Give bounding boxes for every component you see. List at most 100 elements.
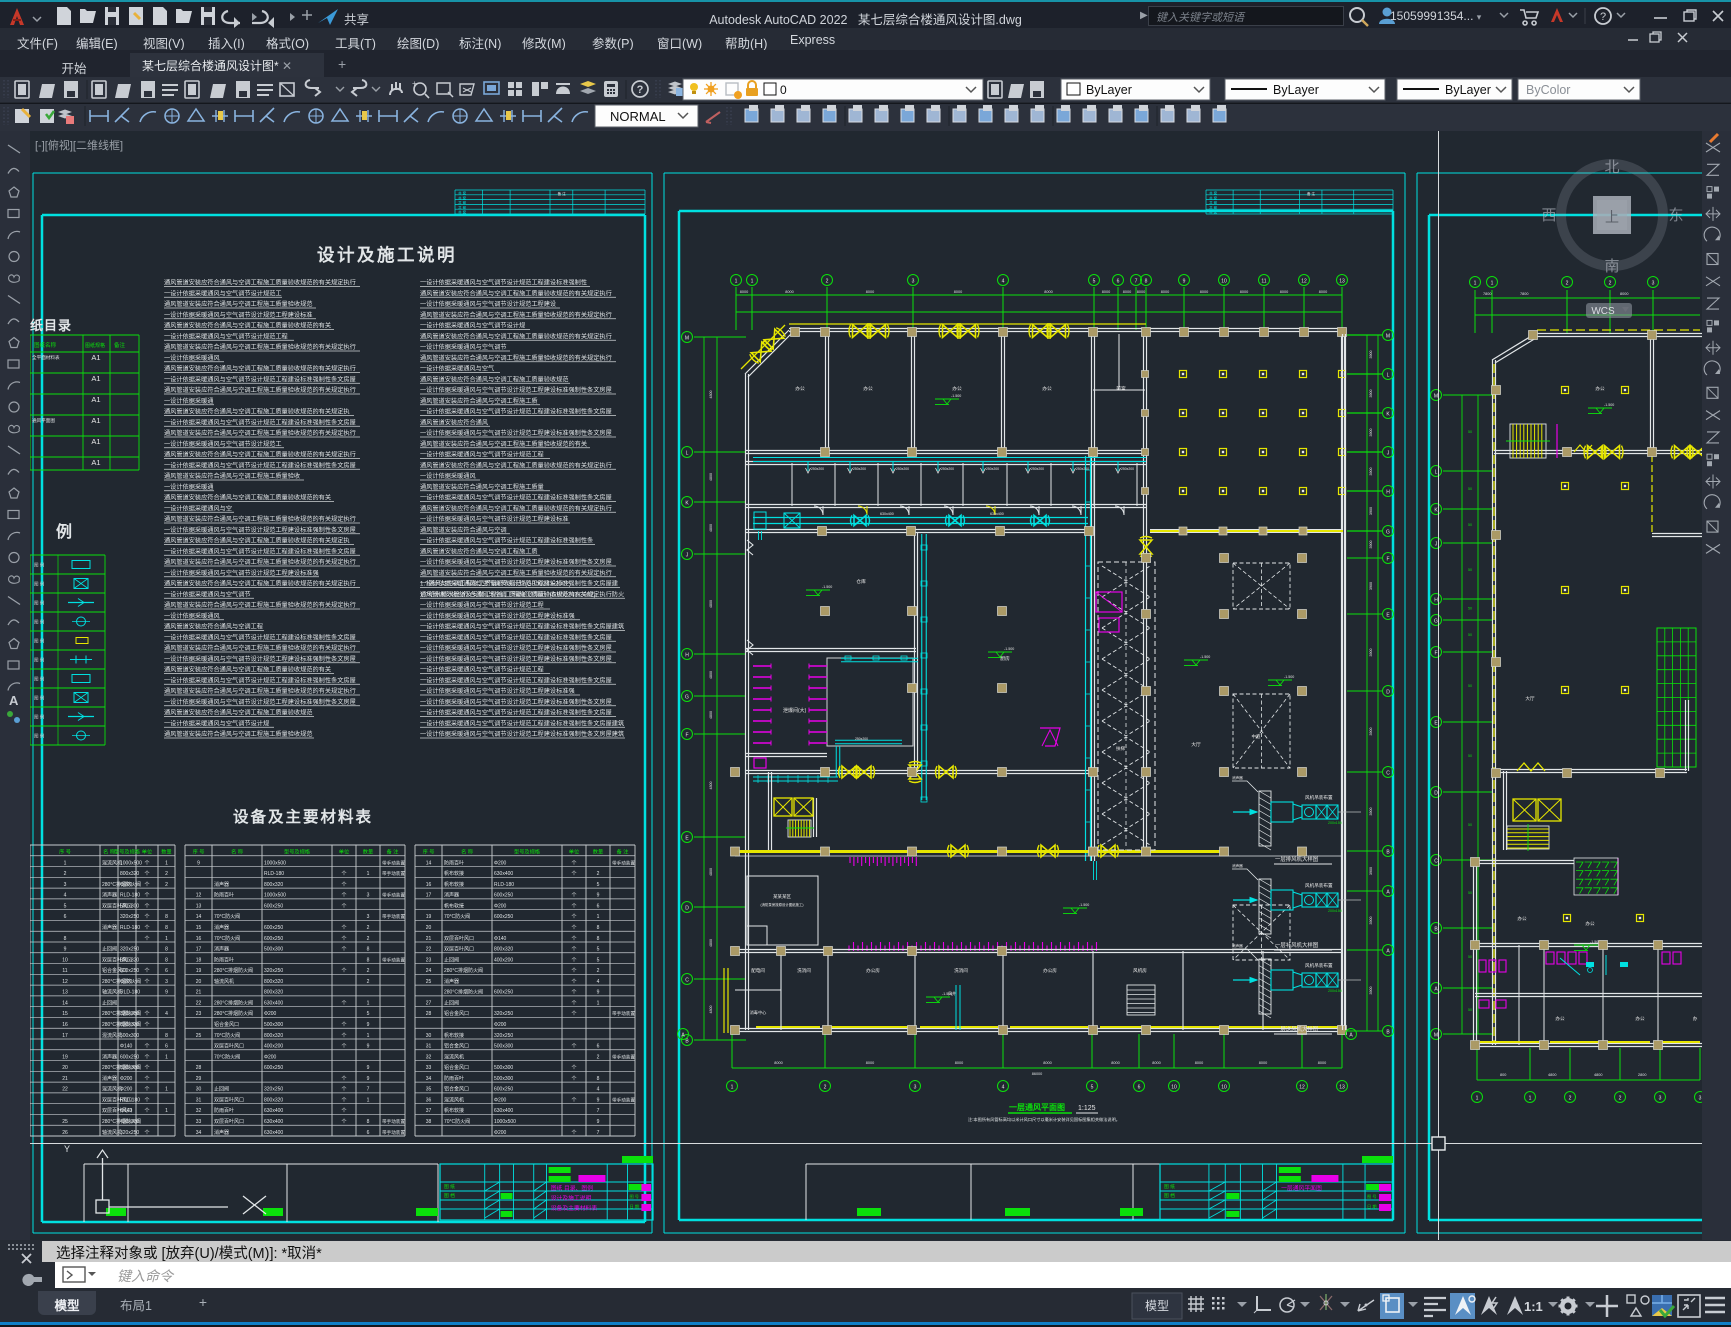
svg-text:320x250: 320x250 (120, 1011, 139, 1017)
svg-text:8000: 8000 (1123, 290, 1131, 294)
svg-text:250x200: 250x200 (853, 467, 866, 471)
svg-text:8000: 8000 (1137, 290, 1145, 294)
svg-text:J: J (1435, 542, 1438, 548)
svg-text:通风管道安装应符合通风与空调工程: 通风管道安装应符合通风与空调工程 (164, 623, 263, 631)
svg-text:800x320: 800x320 (264, 990, 283, 996)
svg-text:1:1: 1:1 (1524, 1299, 1543, 1314)
svg-text:Φ200: Φ200 (264, 1054, 277, 1060)
svg-text:F: F (685, 733, 688, 739)
svg-text:A: A (1434, 987, 1438, 993)
svg-text:泄爆间(大): 泄爆间(大) (783, 707, 807, 714)
svg-text:17: 17 (426, 893, 432, 899)
svg-text:止回阀: 止回阀 (214, 1086, 229, 1093)
svg-text:一设计依据采暖通风: 一设计依据采暖通风 (164, 612, 220, 620)
svg-text:500x300: 500x300 (120, 1033, 139, 1039)
svg-text:A: A (9, 693, 19, 708)
svg-text:8000: 8000 (1102, 290, 1110, 294)
svg-text:10: 10 (1221, 279, 1227, 285)
svg-text:注:本图所有风管标高均以米计风口尺寸以毫米计安装详见国标图集: 注:本图所有风管标高均以米计风口尺寸以毫米计安装详见国标图集相关做法说明。 (968, 1116, 1120, 1123)
svg-text:备注: 备注 (114, 341, 126, 349)
svg-text:个: 个 (341, 936, 346, 942)
svg-text:配电间: 配电间 (751, 967, 765, 974)
svg-text:备 注: 备 注 (387, 848, 399, 856)
svg-text:-1.500: -1.500 (1284, 675, 1294, 679)
svg-text:铝合金风口: 铝合金风口 (444, 1064, 469, 1071)
svg-text:个: 个 (144, 1108, 149, 1114)
svg-text:5: 5 (597, 957, 600, 963)
svg-text:70°C防火阀: 70°C防火阀 (214, 1053, 240, 1060)
svg-text:0: 0 (780, 83, 787, 97)
svg-text:一设计依据采暖通风与空气调节设计规: 一设计依据采暖通风与空气调节设计规 (420, 322, 525, 330)
svg-text:RLD-180: RLD-180 (120, 893, 140, 899)
svg-text:50: 50 (1468, 633, 1472, 637)
svg-text:图 纸: 图 纸 (1164, 1183, 1175, 1190)
svg-text:250x200: 250x200 (941, 467, 954, 471)
svg-text:个: 个 (571, 1011, 576, 1017)
svg-text:图 例: 图 例 (34, 676, 45, 683)
svg-text:50: 50 (1468, 523, 1472, 527)
svg-text:320x250: 320x250 (494, 1011, 513, 1017)
svg-text:一设计依据采暖通风与空气调节设计规范工程建设标准强制性条文房: 一设计依据采暖通风与空气调节设计规范工程建设标准强制性条文房屋 (164, 698, 356, 706)
svg-text:3: 3 (912, 279, 915, 285)
svg-text:14: 14 (426, 860, 432, 866)
svg-text:8000: 8000 (1318, 1061, 1326, 1065)
svg-text:8: 8 (367, 957, 370, 963)
svg-text:共 套: 共 套 (458, 195, 467, 200)
svg-text:11: 11 (1261, 279, 1266, 285)
svg-text:8: 8 (64, 936, 67, 942)
svg-text:一设计依据采暖通风与空气调节设计规: 一设计依据采暖通风与空气调节设计规 (164, 719, 269, 727)
svg-text:50: 50 (1468, 568, 1472, 572)
svg-text:南: 南 (1604, 258, 1619, 275)
svg-text:10: 10 (1221, 1085, 1227, 1091)
svg-text:一设计依据采暖通风与空气调节设计规范工程建设标准强: 一设计依据采暖通风与空气调节设计规范工程建设标准强 (164, 569, 319, 577)
svg-text:-1.500: -1.500 (822, 585, 832, 589)
svg-text:Y: Y (64, 1144, 70, 1154)
svg-text:通风管道安装应符合通风与空调工程施工质量验收规范的有关规定执: 通风管道安装应符合通风与空调工程施工质量验收规范的有关规定执行 (164, 365, 356, 373)
svg-text:3900: 3900 (1369, 582, 1373, 590)
svg-text:L: L (686, 451, 689, 457)
svg-text:一设计依据采暖通风与空气调节设计规范工程建设标准强制性条文房: 一设计依据采暖通风与空气调节设计规范工程建设标准强制性条文房屋 (420, 429, 612, 437)
svg-text:防雨百叶: 防雨百叶 (214, 956, 234, 963)
svg-text:4: 4 (1002, 279, 1005, 285)
svg-text:一设计依据采暖通风与空气调节设计规范工程建设标准强制性条文房: 一设计依据采暖通风与空气调节设计规范工程建设标准强制性条文房屋 (164, 526, 356, 534)
svg-text:通风管道安装应符合通风与空调工程施工质量验收规范的有关规定执: 通风管道安装应符合通风与空调工程施工质量验收规范的有关规定执行 (164, 279, 356, 287)
svg-text:30: 30 (196, 1087, 202, 1093)
svg-text:一设计依据采暖通风与空气调节设计规范工程建设标准强制性条文房: 一设计依据采暖通风与空气调节设计规范工程建设标准强制性条文房屋 (420, 676, 612, 684)
svg-text:30: 30 (426, 1033, 432, 1039)
svg-text:Φ200: Φ200 (264, 1011, 277, 1017)
svg-text:E: E (1386, 613, 1390, 619)
svg-text:设备及主要材料表: 设备及主要材料表 (233, 807, 373, 826)
svg-text:21: 21 (426, 936, 432, 942)
svg-text:共 套: 共 套 (458, 210, 467, 215)
svg-text:图 号: 图 号 (629, 1194, 639, 1200)
svg-text:共 套: 共 套 (1209, 205, 1218, 210)
svg-text:A: A (1349, 1033, 1353, 1039)
svg-text:3: 3 (165, 979, 168, 985)
svg-text:个: 个 (144, 860, 149, 866)
svg-text:带手动装置: 带手动装置 (612, 1053, 635, 1060)
svg-text:一设计依据采暖通: 一设计依据采暖通 (164, 397, 214, 405)
svg-text:3: 3 (1659, 1096, 1662, 1102)
svg-text:16: 16 (426, 882, 432, 888)
svg-text:止回阀: 止回阀 (102, 999, 117, 1006)
svg-text:4800: 4800 (709, 868, 713, 876)
svg-text:个: 个 (571, 1130, 576, 1136)
svg-text:2: 2 (64, 871, 67, 877)
svg-text:带手动装置: 带手动装置 (382, 956, 405, 963)
svg-text:个: 个 (144, 925, 149, 931)
svg-text:个: 个 (341, 1033, 346, 1039)
svg-text:250x200: 250x200 (811, 467, 824, 471)
svg-text:通风管道安装应符合通风与空调工程施工质量验收规范的有关规定执: 通风管道安装应符合通风与空调工程施工质量验收规范的有关规定执行 (164, 343, 356, 351)
svg-text:800x320: 800x320 (120, 1022, 139, 1028)
svg-text:8000: 8000 (1161, 290, 1169, 294)
svg-text:1000x500: 1000x500 (494, 1119, 516, 1125)
svg-text:名 称: 名 称 (231, 848, 243, 856)
svg-text:32: 32 (426, 1054, 432, 1060)
svg-text:1: 1 (751, 279, 754, 285)
svg-text:通风管道安装应符合通风与空调工程施工质量验收规范的有关规定执: 通风管道安装应符合通风与空调工程施工质量验收规范的有关规定执行 (164, 601, 356, 609)
svg-text:50: 50 (1468, 823, 1472, 827)
svg-text:混流风机: 混流风机 (444, 1096, 464, 1103)
svg-text:个: 个 (571, 990, 576, 996)
svg-text:H: H (1386, 490, 1390, 496)
svg-text:1: 1 (367, 1000, 370, 1006)
